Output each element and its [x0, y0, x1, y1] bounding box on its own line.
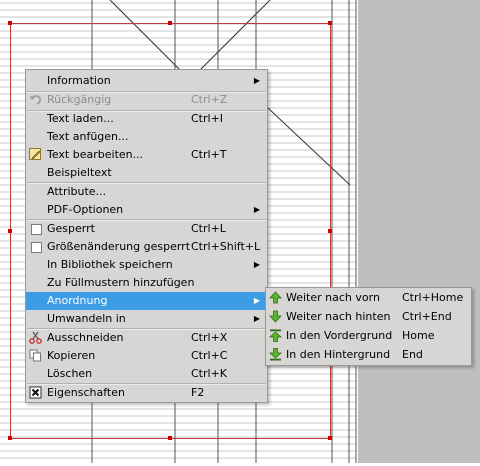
- raise-icon: [269, 291, 282, 304]
- resize-handle: [328, 436, 332, 440]
- send-to-back-icon: [269, 348, 282, 361]
- undo-icon: [30, 95, 41, 105]
- properties-icon: [29, 386, 42, 399]
- menu-item-label: In den Hintergrund: [286, 348, 391, 361]
- arrange-submenu: Weiter nach vorn Ctrl+Home Weiter nach h…: [265, 287, 472, 366]
- menu-item-undo[interactable]: Rückgängig Ctrl+Z: [26, 91, 267, 109]
- scissors-icon: [29, 331, 42, 344]
- menu-item-pdf-options[interactable]: PDF-Optionen ▶: [26, 201, 267, 219]
- resize-handle: [168, 21, 172, 25]
- menu-item-label: Rückgängig: [47, 93, 112, 106]
- bring-to-front-icon: [269, 329, 282, 342]
- submenu-arrow-icon: ▶: [253, 205, 260, 214]
- menu-item-shortcut: Home: [402, 329, 435, 342]
- menu-item-shortcut: Ctrl+K: [191, 367, 228, 380]
- locked-checkbox[interactable]: [31, 224, 42, 235]
- menu-item-sample-text[interactable]: Beispieltext: [26, 164, 267, 182]
- menu-item-shortcut: Ctrl+Z: [191, 93, 228, 106]
- menu-item-label: Attribute...: [47, 185, 107, 198]
- menu-item-shortcut: Ctrl+Shift+L: [191, 240, 261, 253]
- menu-item-label: Löschen: [47, 367, 93, 380]
- menu-item-edit-text[interactable]: Text bearbeiten... Ctrl+T: [26, 146, 267, 164]
- menu-item-shortcut: Ctrl+C: [191, 349, 228, 362]
- menu-item-arrange[interactable]: Anordnung ▶: [26, 292, 267, 310]
- resize-handle: [168, 436, 172, 440]
- menu-item-shortcut: Ctrl+X: [191, 331, 228, 344]
- menu-item-shortcut: Ctrl+L: [191, 222, 226, 235]
- menu-item-label: Information: [47, 74, 111, 87]
- submenu-arrow-icon: ▶: [253, 76, 260, 85]
- menu-item-label: Text laden...: [47, 112, 114, 125]
- submenu-item-bring-to-front[interactable]: In den Vordergrund Home: [266, 327, 471, 345]
- context-menu: Information ▶ Rückgängig Ctrl+Z Text lad…: [25, 69, 268, 403]
- submenu-arrow-icon: ▶: [253, 260, 260, 269]
- menu-item-information[interactable]: Information ▶: [26, 72, 267, 90]
- menu-item-shortcut: Ctrl+T: [191, 148, 227, 161]
- menu-item-label: Größenänderung gesperrt: [47, 240, 191, 253]
- diagonal-line: [267, 107, 351, 186]
- resize-handle: [8, 21, 12, 25]
- menu-item-label: In Bibliothek speichern: [47, 258, 173, 271]
- menu-item-label: Zu Füllmustern hinzufügen: [47, 276, 195, 289]
- menu-item-convert-to[interactable]: Umwandeln in ▶: [26, 310, 267, 328]
- menu-item-add-pattern[interactable]: Zu Füllmustern hinzufügen: [26, 274, 267, 292]
- menu-item-size-locked[interactable]: Größenänderung gesperrt Ctrl+Shift+L: [26, 238, 267, 256]
- resize-handle: [328, 229, 332, 233]
- menu-item-label: Text bearbeiten...: [47, 148, 144, 161]
- menu-item-label: Kopieren: [47, 349, 96, 362]
- menu-item-label: Eigenschaften: [47, 386, 125, 399]
- workspace-background: [358, 0, 480, 463]
- menu-item-label: PDF-Optionen: [47, 203, 124, 216]
- copy-icon: [29, 349, 41, 362]
- menu-item-label: In den Vordergrund: [286, 329, 393, 342]
- menu-item-shortcut: Ctrl+End: [402, 310, 452, 323]
- menu-item-shortcut: Ctrl+Home: [402, 291, 464, 304]
- menu-item-shortcut: Ctrl+I: [191, 112, 224, 125]
- menu-item-delete[interactable]: Löschen Ctrl+K: [26, 365, 267, 383]
- submenu-item-send-to-back[interactable]: In den Hintergrund End: [266, 346, 471, 364]
- resize-handle: [8, 436, 12, 440]
- resize-handle: [328, 21, 332, 25]
- menu-item-shortcut: F2: [191, 386, 205, 399]
- menu-item-properties[interactable]: Eigenschaften F2: [26, 384, 267, 402]
- menu-item-save-library[interactable]: In Bibliothek speichern ▶: [26, 256, 267, 274]
- menu-item-label: Weiter nach hinten: [286, 310, 391, 323]
- menu-item-append-text[interactable]: Text anfügen...: [26, 128, 267, 146]
- menu-item-label: Umwandeln in: [47, 312, 126, 325]
- menu-item-label: Beispieltext: [47, 166, 112, 179]
- submenu-item-lower[interactable]: Weiter nach hinten Ctrl+End: [266, 308, 471, 326]
- menu-item-label: Gesperrt: [47, 222, 95, 235]
- size-locked-checkbox[interactable]: [31, 242, 42, 253]
- menu-item-label: Text anfügen...: [47, 130, 129, 143]
- menu-item-load-text[interactable]: Text laden... Ctrl+I: [26, 110, 267, 128]
- menu-item-cut[interactable]: Ausschneiden Ctrl+X: [26, 329, 267, 347]
- submenu-item-raise[interactable]: Weiter nach vorn Ctrl+Home: [266, 289, 471, 307]
- menu-item-locked[interactable]: Gesperrt Ctrl+L: [26, 220, 267, 238]
- menu-item-label: Anordnung: [47, 294, 108, 307]
- menu-item-copy[interactable]: Kopieren Ctrl+C: [26, 347, 267, 365]
- menu-item-label: Weiter nach vorn: [286, 291, 380, 304]
- submenu-arrow-icon: ▶: [253, 296, 260, 305]
- menu-item-label: Ausschneiden: [47, 331, 124, 344]
- menu-item-attributes[interactable]: Attribute...: [26, 183, 267, 201]
- submenu-arrow-icon: ▶: [253, 314, 260, 323]
- lower-icon: [269, 310, 282, 323]
- edit-pencil-icon: [29, 148, 41, 160]
- resize-handle: [8, 229, 12, 233]
- menu-item-shortcut: End: [402, 348, 423, 361]
